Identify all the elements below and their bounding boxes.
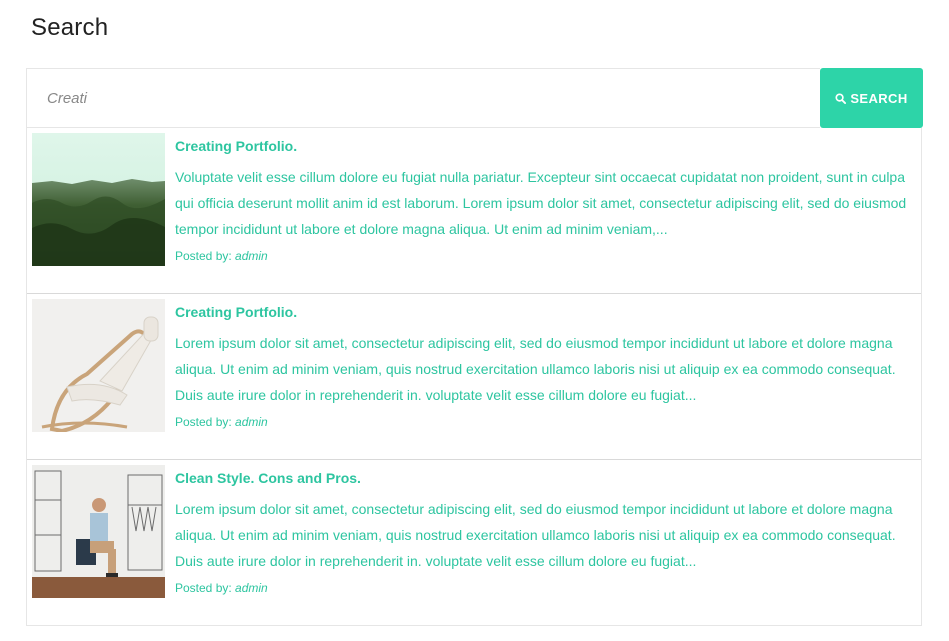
result-excerpt: Voluptate velit esse cillum dolore eu fu… [175,169,907,237]
search-button[interactable]: SEARCH [820,68,923,128]
result-thumbnail-forest[interactable] [32,133,165,266]
author-link[interactable]: admin [235,249,268,263]
posted-by-label: Posted by: [175,581,232,595]
result-item: Creating Portfolio. Voluptate velit esse… [27,128,921,294]
posted-by-label: Posted by: [175,249,232,263]
result-meta: Posted by: admin [175,412,915,432]
search-input[interactable] [26,68,820,128]
result-meta: Posted by: admin [175,246,915,266]
result-title[interactable]: Clean Style. Cons and Pros. [175,468,361,488]
result-thumbnail-chair[interactable] [32,299,165,432]
search-bar: SEARCH [26,68,923,128]
search-button-label: SEARCH [850,90,908,106]
result-title[interactable]: Creating Portfolio. [175,136,297,156]
result-excerpt: Lorem ipsum dolor sit amet, consectetur … [175,501,896,569]
result-title[interactable]: Creating Portfolio. [175,302,297,322]
result-item: Creating Portfolio. Lorem ipsum dolor si… [27,294,921,460]
result-thumbnail-man[interactable] [32,465,165,598]
author-link[interactable]: admin [235,415,268,429]
page-title: Search [31,14,109,41]
result-item: Clean Style. Cons and Pros. Lorem ipsum … [27,460,921,626]
result-meta: Posted by: admin [175,578,915,598]
posted-by-label: Posted by: [175,415,232,429]
author-link[interactable]: admin [235,581,268,595]
search-icon [835,92,847,104]
search-results: Creating Portfolio. Voluptate velit esse… [26,128,922,626]
result-excerpt: Lorem ipsum dolor sit amet, consectetur … [175,335,896,403]
